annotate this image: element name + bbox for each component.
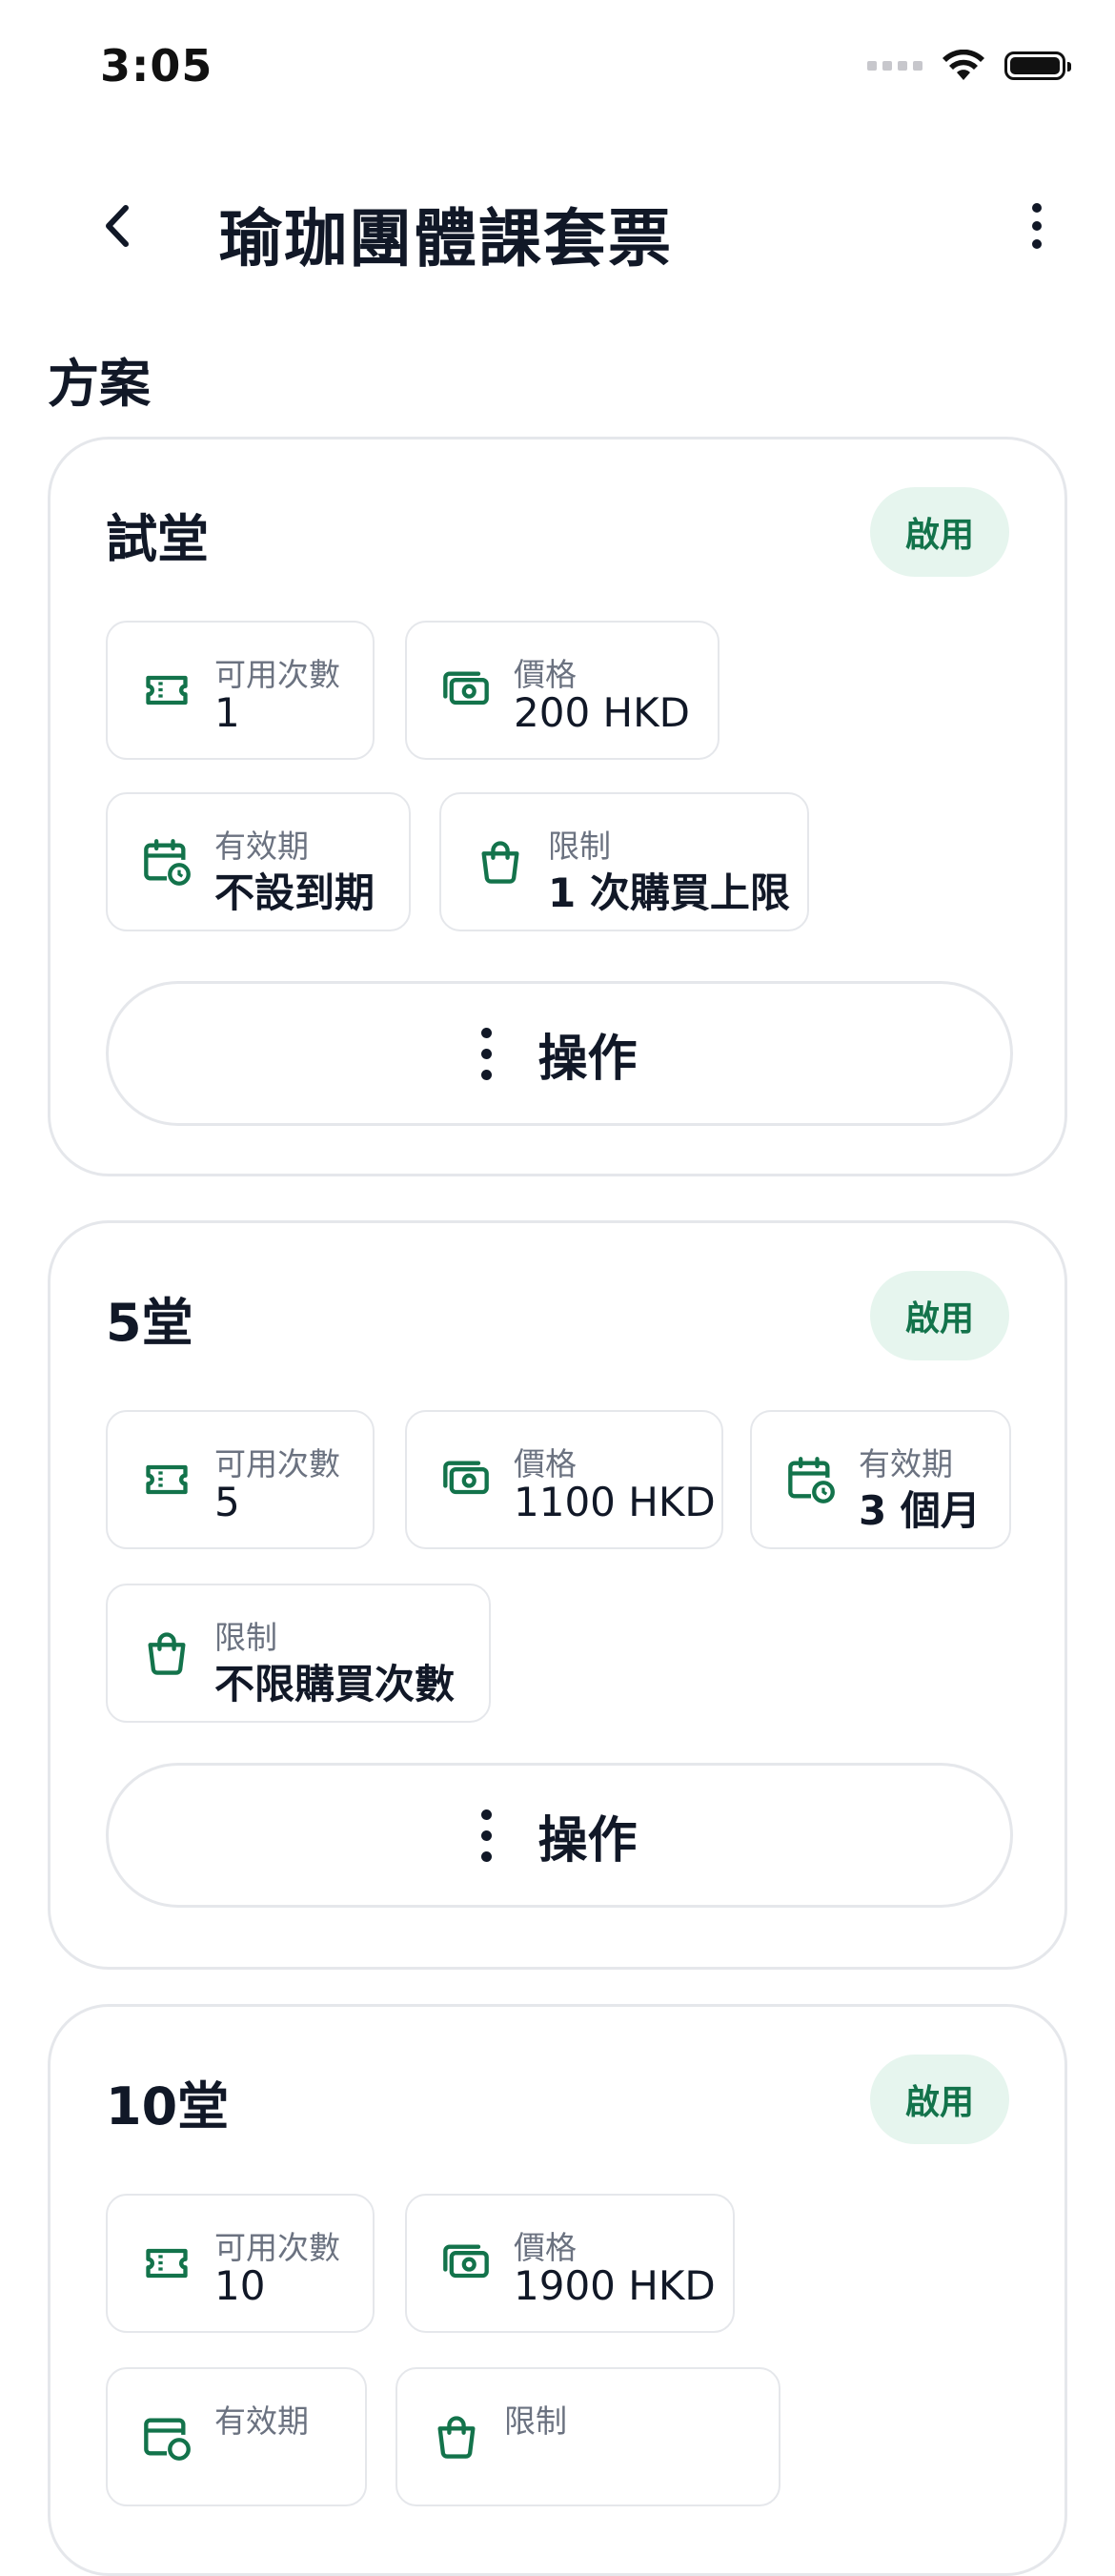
ticket-icon bbox=[146, 675, 188, 705]
chip-value: 5 bbox=[214, 1479, 240, 1525]
chip-label: 有效期 bbox=[214, 2402, 309, 2440]
more-vertical-icon bbox=[481, 1027, 493, 1080]
chip-value: 不限購買次數 bbox=[214, 1661, 456, 1707]
chip-validity: 有效期 bbox=[106, 2367, 367, 2506]
plan-name: 5堂 bbox=[106, 1293, 193, 1353]
chip-label: 限制 bbox=[504, 2402, 567, 2440]
status-badge: 啟用 bbox=[870, 1271, 1009, 1360]
chip-price: 價格 200 HKD bbox=[405, 621, 720, 760]
cash-icon bbox=[443, 2244, 489, 2279]
cash-icon bbox=[443, 671, 489, 705]
section-title: 方案 bbox=[48, 354, 151, 414]
status-badge: 啟用 bbox=[870, 2055, 1009, 2144]
chip-value: 1900 HKD bbox=[514, 2262, 716, 2309]
calendar-clock-icon bbox=[788, 1457, 835, 1503]
battery-icon bbox=[1004, 51, 1071, 80]
dot bbox=[1032, 239, 1042, 249]
calendar-clock-icon bbox=[144, 839, 191, 886]
chip-uses: 可用次數 5 bbox=[106, 1410, 375, 1549]
chip-label: 可用次數 bbox=[214, 1445, 340, 1482]
chip-label: 限制 bbox=[548, 828, 611, 865]
ticket-icon bbox=[146, 2248, 188, 2279]
chip-limit: 限制 不限購買次數 bbox=[106, 1584, 491, 1723]
chip-uses: 可用次數 1 bbox=[106, 621, 375, 760]
chip-label: 有效期 bbox=[859, 1445, 953, 1482]
action-label: 操作 bbox=[537, 1811, 638, 1870]
chip-value: 1100 HKD bbox=[514, 1479, 716, 1525]
action-button[interactable]: 操作 bbox=[106, 981, 1013, 1126]
plan-card: 試堂 啟用 可用次數 1 價格 200 HKD 有效期 不設到期 限制 1 次購… bbox=[48, 437, 1067, 1176]
chip-label: 價格 bbox=[514, 2229, 577, 2266]
chip-value: 不設到期 bbox=[214, 869, 375, 916]
status-time: 3:05 bbox=[100, 40, 213, 92]
chip-value: 1 次購買上限 bbox=[548, 869, 790, 916]
ticket-icon bbox=[146, 1464, 188, 1495]
chip-label: 有效期 bbox=[214, 828, 309, 865]
shopping-bag-icon bbox=[481, 841, 519, 884]
plan-name: 試堂 bbox=[106, 509, 209, 569]
shopping-bag-icon bbox=[437, 2416, 476, 2459]
chip-value: 3 個月 bbox=[859, 1487, 981, 1534]
cellular-signal-icon bbox=[867, 61, 922, 71]
chip-value: 1 bbox=[214, 689, 240, 736]
chip-limit: 限制 bbox=[395, 2367, 780, 2506]
dot bbox=[1032, 221, 1042, 231]
chip-validity: 有效期 3 個月 bbox=[750, 1410, 1011, 1549]
action-button[interactable]: 操作 bbox=[106, 1763, 1013, 1908]
chip-label: 價格 bbox=[514, 656, 577, 693]
chip-price: 價格 1100 HKD bbox=[405, 1410, 723, 1549]
plan-card: 10堂 啟用 可用次數 10 價格 1900 HKD 有效期 限制 bbox=[48, 2004, 1067, 2576]
plan-card: 5堂 啟用 可用次數 5 價格 1100 HKD 有效期 3 個月 限制 不限購… bbox=[48, 1220, 1067, 1970]
more-vertical-icon bbox=[481, 1809, 493, 1862]
page-title: 瑜珈團體課套票 bbox=[219, 202, 673, 276]
top-nav-bar: 瑜珈團體課套票 bbox=[0, 167, 1115, 286]
chip-label: 限制 bbox=[214, 1619, 277, 1656]
action-label: 操作 bbox=[537, 1030, 638, 1088]
status-bar: 3:05 bbox=[0, 0, 1115, 143]
chip-validity: 有效期 不設到期 bbox=[106, 792, 411, 931]
wifi-icon bbox=[943, 50, 984, 80]
cash-icon bbox=[443, 1461, 489, 1495]
chip-limit: 限制 1 次購買上限 bbox=[439, 792, 809, 931]
back-button[interactable] bbox=[88, 195, 149, 256]
chevron-left-icon bbox=[106, 205, 129, 247]
status-indicators bbox=[867, 50, 1071, 82]
more-options-button[interactable] bbox=[1006, 195, 1067, 256]
status-badge: 啟用 bbox=[870, 487, 1009, 577]
shopping-bag-icon bbox=[148, 1632, 186, 1675]
chip-value: 200 HKD bbox=[514, 689, 690, 736]
chip-label: 價格 bbox=[514, 1445, 577, 1482]
dot bbox=[1032, 203, 1042, 213]
plan-name: 10堂 bbox=[106, 2076, 230, 2136]
chip-uses: 可用次數 10 bbox=[106, 2194, 375, 2333]
chip-price: 價格 1900 HKD bbox=[405, 2194, 735, 2333]
chip-value: 10 bbox=[214, 2262, 266, 2309]
calendar-clock-icon bbox=[144, 2418, 191, 2461]
chip-label: 可用次數 bbox=[214, 2229, 340, 2266]
chip-label: 可用次數 bbox=[214, 656, 340, 693]
